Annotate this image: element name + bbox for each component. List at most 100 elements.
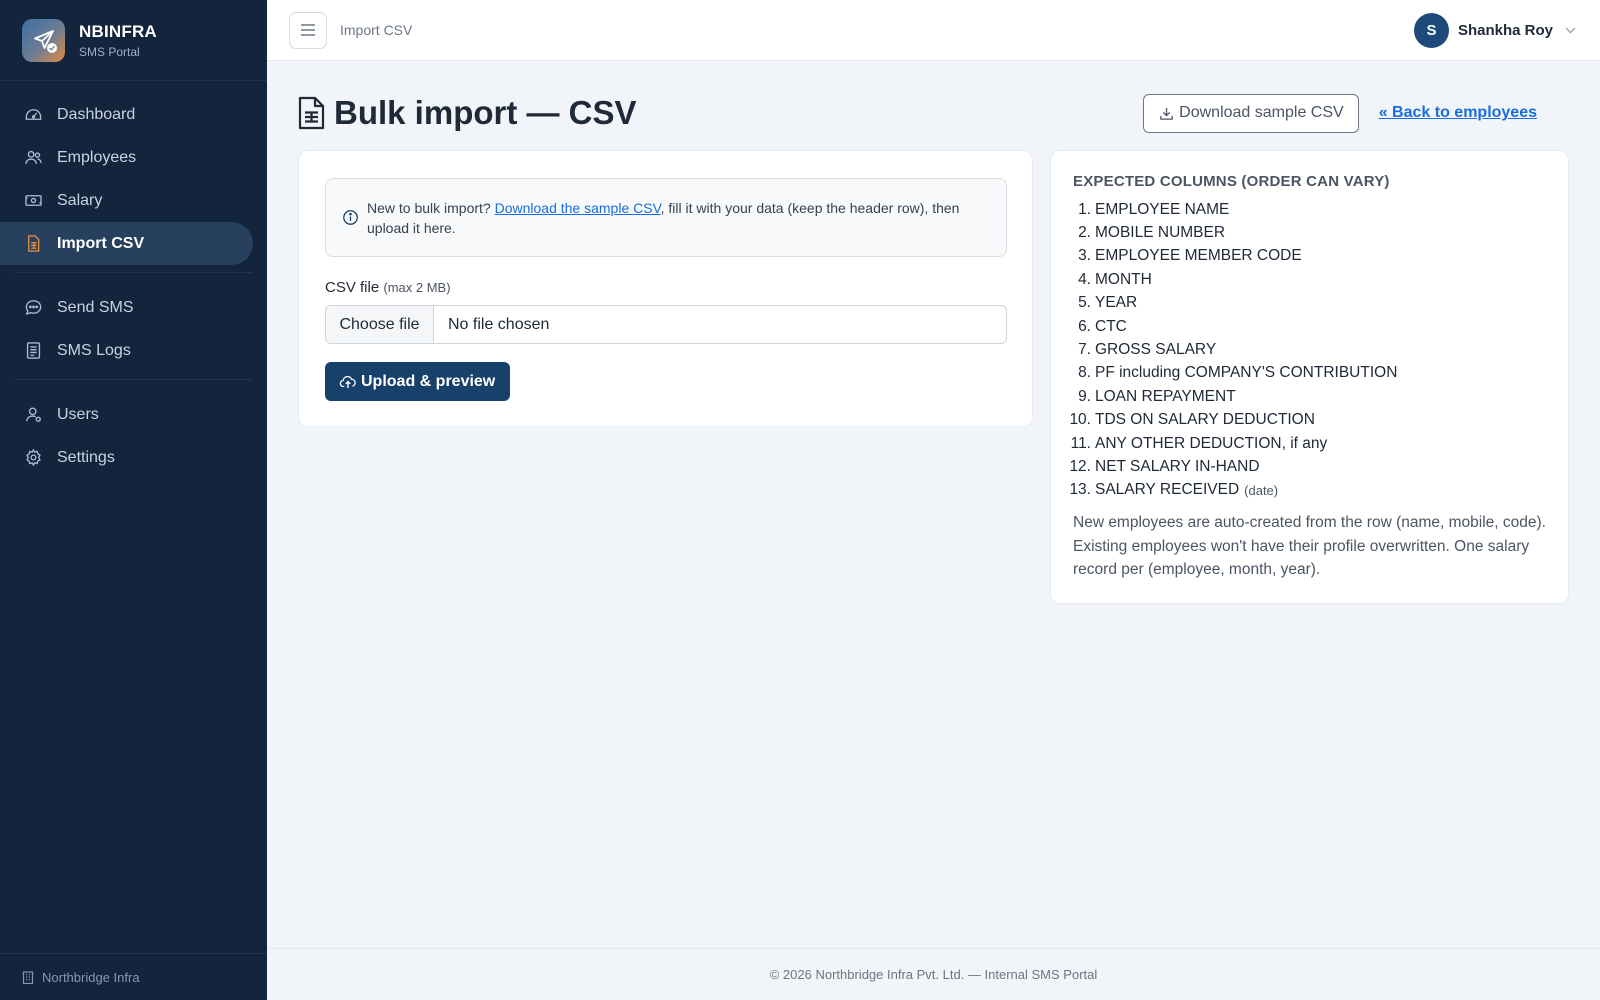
cloud-upload-icon [339,373,357,391]
sidebar-item-label: Employees [57,148,137,166]
list-item: 1. EMPLOYEE NAME [1073,198,1546,221]
sidebar-item-dashboard[interactable]: Dashboard [0,93,253,136]
menu-toggle-button[interactable] [289,11,327,49]
list-item-label: EMPLOYEE NAME [1095,200,1230,218]
expected-columns-title: EXPECTED COLUMNS (ORDER CAN VARY) [1073,173,1390,190]
list-item-number: 6. [1078,317,1091,335]
copyright-text: © 2026 Northbridge Infra Pvt. Ltd. — Int… [769,967,1098,982]
sidebar-item-label: Import CSV [57,234,145,252]
choose-file-button[interactable]: Choose file [326,306,434,343]
file-spreadsheet-icon [298,96,325,130]
sidebar-item-label: Settings [57,448,115,466]
page-title: Bulk import — CSV [334,94,637,131]
csv-file-label: CSV file (max 2 MB) [325,279,451,296]
log-icon [23,341,43,361]
user-icon [23,405,43,425]
page-header: Bulk import — CSV Download sample CSV « … [298,91,1537,135]
info-text: New to bulk import? Download the sample … [367,198,990,238]
gear-icon [23,448,43,468]
back-to-employees-link[interactable]: « Back to employees [1379,104,1537,122]
sidebar-item-users[interactable]: Users [0,393,253,436]
list-item-number: 2. [1078,224,1091,242]
list-item-label: MONTH [1095,270,1152,288]
download-sample-csv-link[interactable]: Download the sample CSV [495,200,661,216]
info-alert: New to bulk import? Download the sample … [325,178,1007,257]
list-item: 2. MOBILE NUMBER [1073,221,1546,244]
list-item-number: 7. [1078,341,1091,359]
list-item-number: 12. [1069,457,1091,475]
list-item-number: 9. [1078,387,1091,405]
list-item-number: 4. [1078,270,1091,288]
list-item: 8. PF including COMPANY'S CONTRIBUTION [1073,362,1546,385]
brand[interactable]: NBINFRA SMS Portal [0,0,267,81]
sidebar-item-label: SMS Logs [57,341,131,359]
list-item: 7. GROSS SALARY [1073,338,1546,361]
list-item: 4. MONTH [1073,268,1546,291]
list-item: 9. LOAN REPAYMENT [1073,385,1546,408]
list-item: 12. NET SALARY IN-HAND [1069,455,1546,478]
chevron-down-icon [1565,27,1576,34]
info-icon [342,209,359,226]
list-item-label: PF including COMPANY'S CONTRIBUTION [1095,364,1398,382]
chat-icon [23,298,43,318]
brand-name: NBINFRA [79,21,157,41]
sidebar-item-salary[interactable]: Salary [0,179,253,222]
list-item-label: EMPLOYEE MEMBER CODE [1095,247,1302,265]
info-prefix: New to bulk import? [367,199,495,216]
upload-preview-button[interactable]: Upload & preview [325,362,511,401]
list-item-number: 1. [1078,200,1091,218]
list-item: 10. TDS ON SALARY DEDUCTION [1069,409,1546,432]
list-item-label: GROSS SALARY [1095,341,1217,359]
list-item-number: 10. [1069,411,1091,429]
gauge-icon [23,105,43,125]
list-item-note: (date) [1244,482,1279,498]
list-item: 3. EMPLOYEE MEMBER CODE [1073,245,1546,268]
sidebar-item-employees[interactable]: Employees [0,136,253,179]
expected-columns-card: EXPECTED COLUMNS (ORDER CAN VARY) 1. EMPL… [1050,150,1569,604]
list-item-label: ANY OTHER DEDUCTION, if any [1095,434,1328,452]
sidebar-item-sms-logs[interactable]: SMS Logs [0,329,253,372]
csv-file-hint: (max 2 MB) [383,280,451,295]
expected-columns-list: 1. EMPLOYEE NAME 2. MOBILE NUMBER 3. EMPLOY… [1069,198,1546,502]
sidebar-item-send-sms[interactable]: Send SMS [0,286,253,329]
list-item: 11. ANY OTHER DEDUCTION, if any [1071,432,1546,455]
building-icon [22,970,34,984]
topbar-title: Import CSV [340,22,413,38]
list-item: 6. CTC [1073,315,1546,338]
list-item-number: 5. [1078,294,1091,312]
sidebar-item-label: Dashboard [57,105,136,123]
file-spreadsheet-icon [23,234,43,254]
list-item-label: NET SALARY IN-HAND [1095,457,1260,475]
list-item: 5. YEAR [1073,292,1546,315]
sidebar-divider [14,272,253,273]
csv-file-input[interactable]: Choose file No file chosen [325,305,1007,344]
user-menu[interactable]: S Shankha Roy [1413,13,1576,48]
sidebar-item-label: Users [57,405,99,423]
download-icon [1158,105,1175,122]
list-item-label: TDS ON SALARY DEDUCTION [1095,411,1315,429]
users-icon [23,148,43,168]
sidebar-item-settings[interactable]: Settings [0,436,253,479]
topbar: Import CSV S Shankha Roy [267,0,1600,61]
sidebar-item-label: Send SMS [57,298,134,316]
list-item-number: 3. [1078,247,1091,265]
list-item-label: CTC [1095,317,1127,335]
expected-columns-description: New employees are auto-created from the … [1073,514,1546,579]
download-sample-csv-button[interactable]: Download sample CSV [1143,93,1359,133]
list-item-label: SALARY RECEIVED [1095,481,1240,499]
list-item: 13. SALARY RECEIVED (date) [1069,479,1546,502]
sidebar: NBINFRA SMS Portal Dashboard Employees S… [0,0,267,1000]
sidebar-item-label: Salary [57,191,103,209]
list-item-number: 8. [1078,364,1091,382]
hamburger-icon [300,23,316,37]
sidebar-divider [14,379,253,380]
cash-icon [23,191,43,211]
upload-preview-label: Upload & preview [361,372,496,390]
avatar: S [1413,13,1449,48]
company-name: Northbridge Infra [42,969,140,985]
download-sample-csv-label: Download sample CSV [1179,104,1344,121]
sidebar-nav: Dashboard Employees Salary Import CSV Se… [0,81,267,479]
sidebar-item-import-csv[interactable]: Import CSV [0,222,253,265]
sidebar-footer: Northbridge Infra [0,953,267,1000]
user-name: Shankha Roy [1457,22,1553,39]
